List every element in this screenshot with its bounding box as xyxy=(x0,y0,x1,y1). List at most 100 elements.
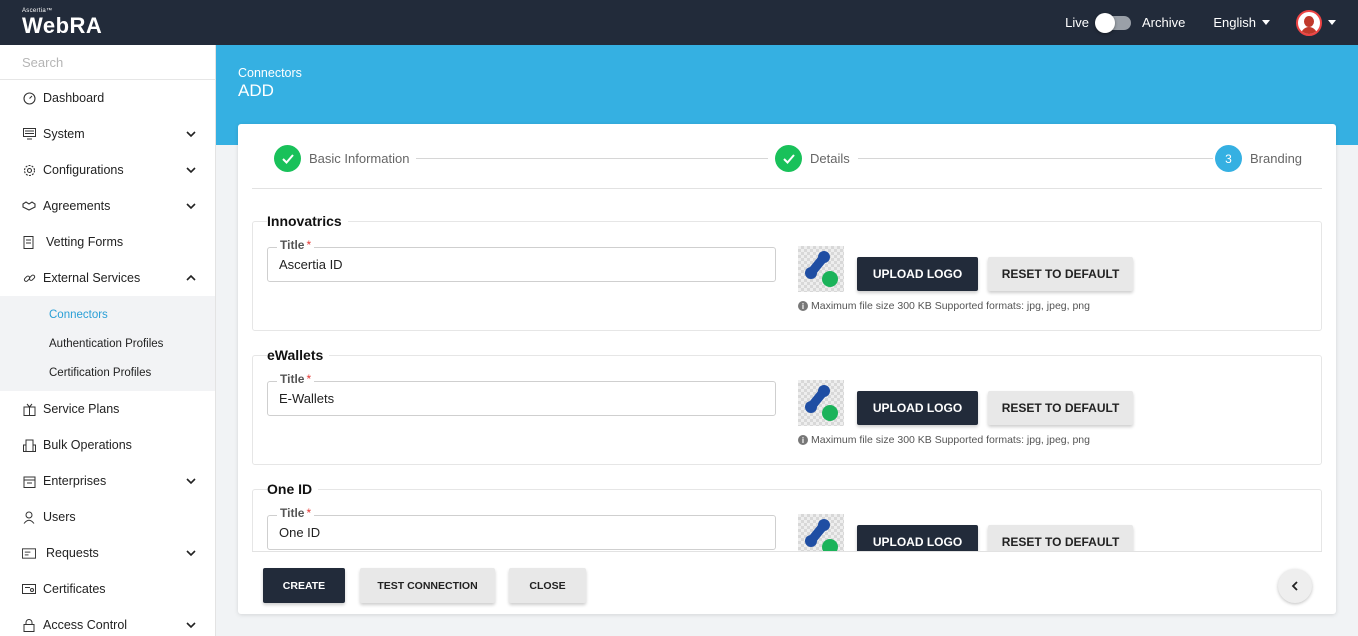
upload-hint: i Maximum file size 300 KB Supported form… xyxy=(798,300,1090,312)
stepper: Basic Information Details 3 Branding xyxy=(252,124,1322,189)
page-title: ADD xyxy=(238,81,274,100)
logo-preview xyxy=(798,514,844,551)
live-label: Live xyxy=(1065,15,1089,30)
reset-to-default-button[interactable]: RESET TO DEFAULT xyxy=(988,257,1133,291)
test-connection-button[interactable]: TEST CONNECTION xyxy=(360,568,495,603)
form-footer: CREATE TEST CONNECTION CLOSE xyxy=(252,551,1322,614)
title-input[interactable] xyxy=(279,257,759,272)
archive-label: Archive xyxy=(1142,15,1186,30)
sidebar-item-access-control[interactable]: Access Control xyxy=(0,607,215,636)
field-label: Title * xyxy=(277,238,315,252)
app-logo[interactable]: Ascertia™ WebRA xyxy=(22,8,102,39)
step-details[interactable]: Details xyxy=(775,145,850,172)
breadcrumb[interactable]: Connectors xyxy=(238,66,302,80)
sidebar-subitem-authentication-profiles[interactable]: Authentication Profiles xyxy=(0,329,215,358)
step-label: Details xyxy=(810,151,850,166)
chevron-down-icon xyxy=(186,478,196,485)
sidebar-search xyxy=(0,45,215,80)
sidebar-subitem-connectors[interactable]: Connectors xyxy=(0,300,215,329)
user-icon xyxy=(22,510,36,524)
branding-sections[interactable]: Innovatrics Title* UPLOAD LOGO RESET TO … xyxy=(252,190,1322,551)
sidebar-item-external-services[interactable]: External Services xyxy=(0,260,215,296)
sidebar-item-certificates[interactable]: Certificates xyxy=(0,571,215,607)
sidebar-item-label: External Services xyxy=(43,271,141,285)
field-label: Title * xyxy=(277,372,315,386)
connector-logo-icon xyxy=(805,251,838,287)
sidebar-item-enterprises[interactable]: Enterprises xyxy=(0,463,215,499)
lock-icon xyxy=(22,618,36,632)
sidebar-item-label: System xyxy=(43,127,85,141)
form-icon xyxy=(22,235,36,249)
title-field[interactable]: Title * xyxy=(267,506,776,550)
field-label-text: Title xyxy=(280,506,305,520)
title-input[interactable] xyxy=(279,525,759,540)
brand-main-text: WebRA xyxy=(22,13,103,38)
language-selector[interactable]: English xyxy=(1213,15,1270,30)
sidebar-subitem-certification-profiles[interactable]: Certification Profiles xyxy=(0,358,215,387)
user-avatar[interactable] xyxy=(1296,9,1322,36)
required-asterisk: * xyxy=(306,372,312,386)
sidebar-item-label: Service Plans xyxy=(43,402,120,416)
logo-preview xyxy=(798,380,844,426)
sidebar-item-users[interactable]: Users xyxy=(0,499,215,535)
field-label-text: Title xyxy=(280,372,305,386)
link-icon xyxy=(22,271,36,285)
title-field[interactable]: Title * xyxy=(267,238,776,282)
language-label: English xyxy=(1213,15,1256,30)
sidebar-item-label: Configurations xyxy=(43,163,124,177)
create-button[interactable]: CREATE xyxy=(263,568,345,603)
sidebar-item-bulk-operations[interactable]: Bulk Operations xyxy=(0,427,215,463)
handshake-icon xyxy=(22,199,36,213)
step-label: Basic Information xyxy=(309,151,410,166)
certificate-icon xyxy=(22,582,36,596)
section-title: eWallets xyxy=(267,347,330,363)
chevron-down-icon xyxy=(186,167,196,174)
close-button[interactable]: CLOSE xyxy=(509,568,586,603)
hint-text: Maximum file size 300 KB Supported forma… xyxy=(811,300,1090,312)
search-input[interactable] xyxy=(22,54,198,70)
system-icon xyxy=(22,127,36,141)
chevron-down-icon xyxy=(186,203,196,210)
sidebar-item-service-plans[interactable]: Service Plans xyxy=(0,391,215,427)
sidebar: Dashboard System Configurations Agreemen… xyxy=(0,45,216,636)
sidebar-item-requests[interactable]: Requests xyxy=(0,535,215,571)
sidebar-item-label: Bulk Operations xyxy=(43,438,132,452)
chevron-down-icon xyxy=(186,131,196,138)
title-field[interactable]: Title * xyxy=(267,372,776,416)
dashboard-icon xyxy=(22,91,36,105)
sidebar-item-label: Vetting Forms xyxy=(46,235,124,249)
sidebar-item-agreements[interactable]: Agreements xyxy=(0,188,215,224)
enterprise-icon xyxy=(22,474,36,488)
gift-icon xyxy=(22,402,36,416)
sidebar-item-vetting-forms[interactable]: Vetting Forms xyxy=(0,224,215,260)
sidebar-item-label: Access Control xyxy=(43,618,128,632)
info-icon: i xyxy=(798,301,808,311)
caret-down-icon xyxy=(1262,20,1270,25)
chevron-up-icon xyxy=(186,274,196,281)
step-number: 3 xyxy=(1215,145,1242,172)
sidebar-item-system[interactable]: System xyxy=(0,116,215,152)
step-connector-line xyxy=(416,158,768,159)
section-title: Innovatrics xyxy=(267,213,348,229)
step-basic-information[interactable]: Basic Information xyxy=(274,145,409,172)
live-archive-toggle[interactable] xyxy=(1095,12,1131,33)
info-icon: i xyxy=(798,435,808,445)
title-input[interactable] xyxy=(279,391,759,406)
back-button[interactable] xyxy=(1278,569,1312,603)
branding-section-one-id: One ID Title* UPLOAD LOGO RESET TO DEFAU… xyxy=(252,458,1322,551)
upload-logo-button[interactable]: UPLOAD LOGO xyxy=(857,257,978,291)
connector-logo-icon xyxy=(805,519,838,551)
step-branding[interactable]: 3 Branding xyxy=(1215,145,1302,172)
upload-logo-button[interactable]: UPLOAD LOGO xyxy=(857,391,978,425)
sidebar-item-label: Enterprises xyxy=(43,474,107,488)
reset-to-default-button[interactable]: RESET TO DEFAULT xyxy=(988,525,1133,551)
sidebar-item-dashboard[interactable]: Dashboard xyxy=(0,80,215,116)
building-icon xyxy=(22,438,36,452)
check-icon xyxy=(775,145,802,172)
sidebar-item-configurations[interactable]: Configurations xyxy=(0,152,215,188)
branding-section-innovatrics: Innovatrics Title* UPLOAD LOGO RESET TO … xyxy=(252,190,1322,331)
reset-to-default-button[interactable]: RESET TO DEFAULT xyxy=(988,391,1133,425)
upload-logo-button[interactable]: UPLOAD LOGO xyxy=(857,525,978,551)
avatar-caret-down-icon[interactable] xyxy=(1328,20,1336,25)
toggle-knob xyxy=(1095,12,1115,33)
